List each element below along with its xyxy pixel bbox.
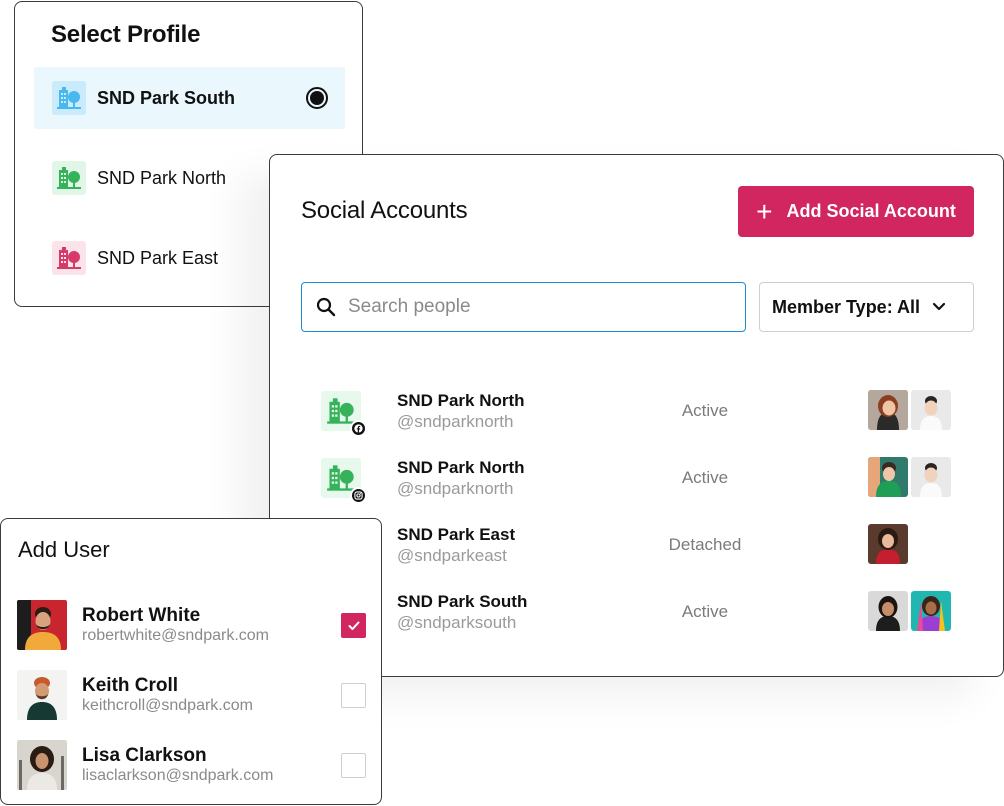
member-type-dropdown[interactable]: Member Type: All	[759, 282, 974, 332]
profile-item-snd-park-south[interactable]: SND Park South	[34, 67, 345, 129]
account-handle: @sndparksouth	[397, 613, 517, 632]
account-name: SND Park South	[397, 592, 528, 611]
building-tree-icon	[327, 398, 355, 424]
member-avatars	[868, 457, 951, 497]
user-name: Robert White	[82, 605, 201, 626]
account-name: SND Park North	[397, 458, 525, 477]
avatar	[868, 390, 908, 430]
user-checkbox[interactable]	[341, 753, 366, 778]
avatar	[911, 457, 951, 497]
checkmark-icon	[348, 621, 359, 630]
table-row[interactable]: SND Park North @sndparknorth Active	[270, 390, 1004, 450]
chevron-down-icon	[932, 302, 946, 311]
member-avatars	[868, 591, 951, 631]
account-handle: @sndparknorth	[397, 412, 514, 431]
avatar	[911, 390, 951, 430]
account-handle: @sndparkeast	[397, 546, 507, 565]
building-tree-icon	[52, 161, 86, 195]
add-user-title: Add User	[18, 537, 110, 562]
facebook-icon	[350, 420, 367, 437]
account-status: Detached	[668, 535, 742, 554]
add-social-account-label: Add Social Account	[786, 201, 956, 221]
account-status: Active	[681, 602, 729, 621]
account-handle: @sndparknorth	[397, 479, 514, 498]
avatar	[17, 670, 67, 720]
plus-icon: +	[756, 195, 773, 227]
member-avatars	[868, 524, 908, 564]
account-status: Active	[681, 468, 729, 487]
user-name: Keith Croll	[82, 675, 179, 696]
avatar	[17, 600, 67, 650]
list-item[interactable]: Keith Croll keithcroll@sndpark.com	[1, 670, 383, 720]
avatar	[911, 591, 951, 631]
profile-name: SND Park East	[97, 247, 219, 268]
profile-name: SND Park North	[97, 167, 227, 188]
radio-selected[interactable]	[306, 87, 328, 109]
instagram-icon	[350, 487, 367, 504]
account-status: Active	[681, 401, 729, 420]
user-checkbox[interactable]	[341, 683, 366, 708]
building-tree-icon	[327, 465, 355, 491]
select-profile-title: Select Profile	[51, 21, 201, 48]
search-box	[301, 282, 746, 332]
stage: Select Profile SND Park South SND Park N…	[0, 0, 1004, 806]
user-email: robertwhite@sndpark.com	[82, 627, 269, 644]
account-logo	[321, 458, 367, 504]
user-email: lisaclarkson@sndpark.com	[82, 767, 274, 784]
search-input[interactable]	[348, 296, 728, 318]
avatar	[868, 457, 908, 497]
building-tree-icon	[52, 81, 86, 115]
search-icon	[316, 297, 336, 317]
add-user-panel: Add User Robert White robertwhite@sndpar…	[0, 518, 382, 805]
member-type-label: Member Type: All	[772, 296, 921, 317]
building-tree-icon	[52, 241, 86, 275]
add-social-account-button[interactable]: + Add Social Account	[738, 186, 974, 237]
user-name: Lisa Clarkson	[82, 745, 207, 766]
list-item[interactable]: Robert White robertwhite@sndpark.com	[1, 600, 383, 650]
user-checkbox[interactable]	[341, 613, 366, 638]
account-name: SND Park East	[397, 525, 516, 544]
social-accounts-title: Social Accounts	[301, 197, 468, 224]
profile-name: SND Park South	[97, 87, 236, 108]
account-logo	[321, 391, 367, 437]
avatar	[17, 740, 67, 790]
list-item[interactable]: Lisa Clarkson lisaclarkson@sndpark.com	[1, 740, 383, 790]
avatar	[868, 591, 908, 631]
user-email: keithcroll@sndpark.com	[82, 697, 253, 714]
avatar	[868, 524, 908, 564]
member-avatars	[868, 390, 951, 430]
account-name: SND Park North	[397, 391, 525, 410]
table-row[interactable]: SND Park North @sndparknorth Active	[270, 457, 1004, 517]
